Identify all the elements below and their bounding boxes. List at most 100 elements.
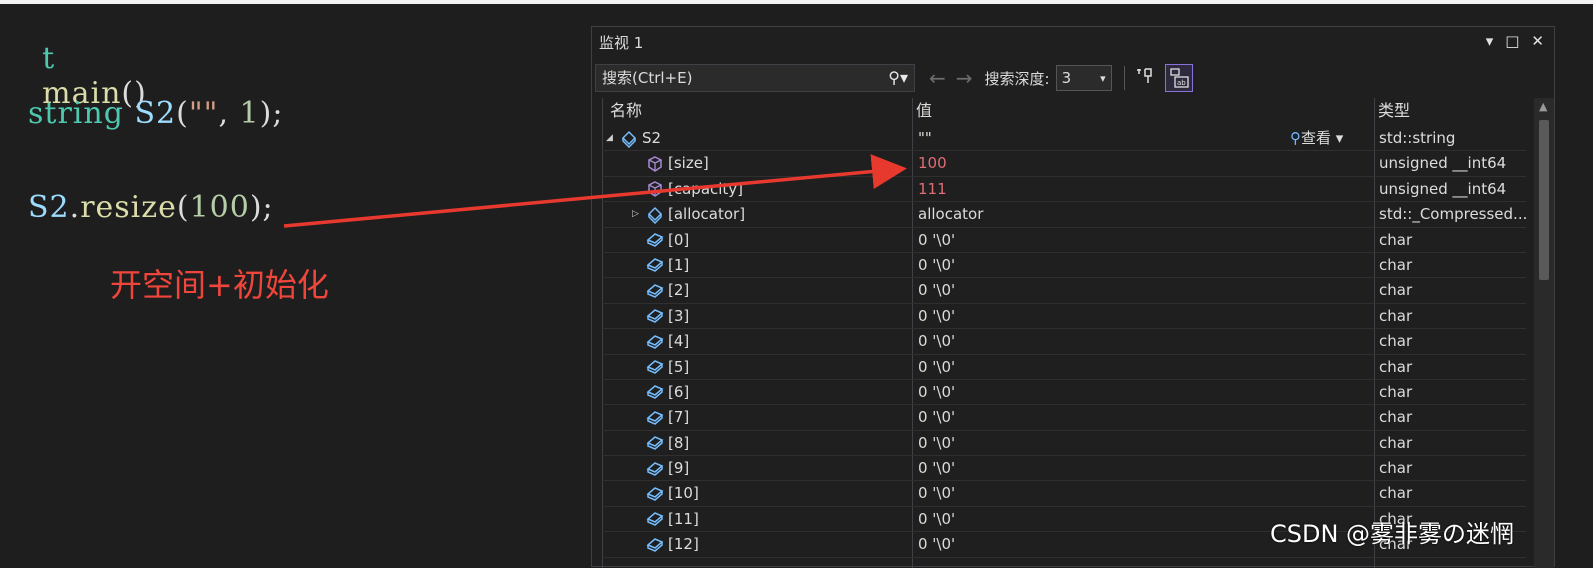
- variable-name[interactable]: [0]: [668, 228, 689, 253]
- variable-value[interactable]: 100: [918, 151, 947, 176]
- expand-toggle-icon[interactable]: ▷: [632, 202, 646, 227]
- variable-type: char: [1379, 382, 1413, 401]
- variable-value[interactable]: 0 '\0': [918, 456, 955, 481]
- variable-name[interactable]: [3]: [668, 304, 689, 329]
- search-icon[interactable]: ⚲▾: [888, 68, 908, 87]
- variable-name[interactable]: [11]: [668, 507, 699, 532]
- table-row[interactable]: [6] 0 '\0' char: [602, 380, 1526, 406]
- variable-value[interactable]: 0 '\0': [918, 481, 955, 506]
- field-icon: [646, 329, 668, 354]
- variable-value[interactable]: 0 '\0': [918, 405, 955, 430]
- table-row[interactable]: [8] 0 '\0' char: [602, 431, 1526, 457]
- column-header-value[interactable]: 值: [916, 98, 932, 124]
- column-header-name[interactable]: 名称: [610, 98, 642, 124]
- table-row[interactable]: [1] 0 '\0' char: [602, 253, 1526, 279]
- dropdown-icon[interactable]: ▾: [1486, 32, 1494, 50]
- variable-name[interactable]: [allocator]: [668, 202, 745, 227]
- table-row[interactable]: [5] 0 '\0' char: [602, 355, 1526, 380]
- variable-type: char: [1379, 255, 1413, 274]
- table-row[interactable]: [size] 100 unsigned __int64: [602, 151, 1526, 177]
- expand-toggle-icon[interactable]: ◢: [606, 126, 620, 151]
- table-row[interactable]: ▷ [allocator] allocator std::_Compressed...: [602, 202, 1527, 228]
- table-row[interactable]: [2] 0 '\0' char: [602, 278, 1526, 304]
- forward-arrow-icon[interactable]: →: [956, 66, 973, 90]
- close-icon[interactable]: ✕: [1531, 32, 1544, 50]
- field-icon: [646, 532, 668, 557]
- variable-name[interactable]: [8]: [668, 431, 689, 456]
- variable-type: unsigned __int64: [1379, 154, 1507, 173]
- name-cell: [1]: [632, 253, 689, 278]
- property-icon: [646, 177, 668, 202]
- search-depth-select[interactable]: 3 ▾: [1055, 65, 1112, 91]
- variable-name[interactable]: [2]: [668, 278, 689, 303]
- code-line-3[interactable]: S2.resize(100);: [28, 190, 274, 225]
- field-icon: [646, 253, 668, 278]
- variable-value[interactable]: 0 '\0': [918, 253, 955, 278]
- variable-type: char: [1379, 484, 1413, 503]
- object-icon: [620, 126, 642, 151]
- variable-name[interactable]: [size]: [668, 151, 709, 176]
- field-icon: [646, 380, 668, 405]
- variable-value[interactable]: 0 '\0': [918, 355, 955, 380]
- code-line-2[interactable]: string S2("", 1);: [28, 96, 283, 131]
- watermark: CSDN @雾非雾の迷惘: [1270, 520, 1515, 548]
- object-icon: [646, 202, 668, 227]
- variable-value[interactable]: 0 '\0': [918, 380, 955, 405]
- code-token-close: );: [259, 96, 284, 131]
- variable-name[interactable]: [1]: [668, 253, 689, 278]
- variable-value[interactable]: 0 '\0': [918, 507, 955, 532]
- variable-name[interactable]: [6]: [668, 380, 689, 405]
- table-row[interactable]: [0] 0 '\0' char: [602, 228, 1526, 253]
- variable-value[interactable]: "": [918, 126, 932, 151]
- table-row[interactable]: [capacity] 111 unsigned __int64: [602, 177, 1526, 203]
- table-row[interactable]: [9] 0 '\0' char: [602, 456, 1526, 482]
- variable-value[interactable]: 0 '\0': [918, 329, 955, 354]
- variable-name[interactable]: [9]: [668, 456, 689, 481]
- field-icon: [646, 355, 668, 380]
- field-icon: [646, 405, 668, 430]
- table-row[interactable]: [4] 0 '\0' char: [602, 329, 1526, 355]
- search-depth-label: 搜索深度:: [984, 69, 1050, 88]
- scroll-thumb[interactable]: [1539, 120, 1549, 280]
- field-icon: [646, 456, 668, 481]
- table-row[interactable]: [3] 0 '\0' char: [602, 304, 1526, 330]
- table-row[interactable]: [7] 0 '\0' char: [602, 405, 1526, 431]
- search-input[interactable]: [596, 68, 874, 88]
- table-row[interactable]: ◢ S2 "" ⚲查看 ▾ std::string: [602, 126, 1526, 152]
- table-row[interactable]: [10] 0 '\0' char: [602, 481, 1526, 507]
- code-token-open: (: [176, 190, 190, 225]
- view-button[interactable]: ⚲查看 ▾: [1290, 126, 1343, 151]
- search-box[interactable]: ⚲▾: [595, 64, 915, 92]
- variable-value[interactable]: 0 '\0': [918, 278, 955, 303]
- pin-icon[interactable]: [1135, 66, 1155, 90]
- annotation-label: 开空间+初始化: [110, 266, 329, 304]
- variable-value[interactable]: 0 '\0': [918, 532, 955, 557]
- scroll-up-icon[interactable]: ▲: [1539, 100, 1547, 113]
- watch-titlebar[interactable]: 监视 1 ▾ □ ✕: [592, 27, 1554, 57]
- hex-display-icon[interactable]: ab: [1164, 64, 1193, 92]
- name-cell: ◢ S2: [606, 126, 661, 151]
- view-label: 查看: [1301, 129, 1332, 147]
- variable-name[interactable]: [4]: [668, 329, 689, 354]
- back-arrow-icon[interactable]: ←: [929, 66, 946, 90]
- variable-type: char: [1379, 357, 1413, 376]
- maximize-icon[interactable]: □: [1505, 32, 1519, 50]
- variable-name[interactable]: [5]: [668, 355, 689, 380]
- variable-value[interactable]: 0 '\0': [918, 228, 955, 253]
- column-header-type[interactable]: 类型: [1378, 98, 1410, 124]
- variable-value[interactable]: 0 '\0': [918, 431, 955, 456]
- variable-name[interactable]: S2: [642, 126, 661, 151]
- variable-name[interactable]: [7]: [668, 405, 689, 430]
- variable-value[interactable]: allocator: [918, 202, 983, 227]
- variable-type: char: [1379, 433, 1413, 452]
- vertical-scrollbar[interactable]: ▲: [1534, 98, 1554, 568]
- variable-name[interactable]: [10]: [668, 481, 699, 506]
- variable-type: char: [1379, 306, 1413, 325]
- code-editor[interactable]: t main() string S2("", 1); S2.resize(100…: [0, 4, 600, 567]
- variable-name[interactable]: [12]: [668, 532, 699, 557]
- watch-title: 监视 1: [599, 33, 644, 52]
- variable-value[interactable]: 0 '\0': [918, 304, 955, 329]
- variable-name[interactable]: [capacity]: [668, 177, 743, 202]
- watch-window[interactable]: 监视 1 ▾ □ ✕ ⚲▾ ← → 搜索深度: 3 ▾ ab 名称 值 类型: [591, 26, 1555, 568]
- variable-value[interactable]: 111: [918, 177, 947, 202]
